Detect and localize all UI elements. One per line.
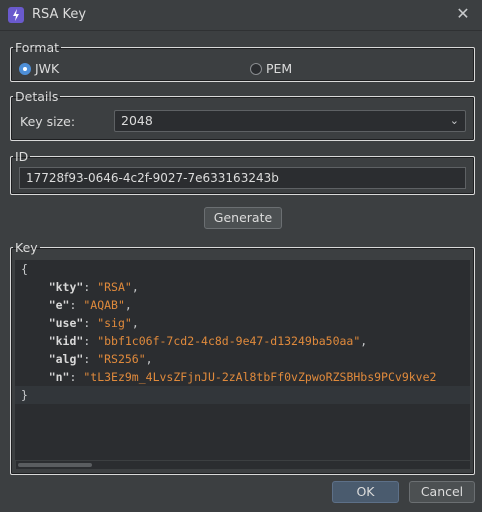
json-key: "e" (48, 298, 70, 312)
json-key: "kid" (48, 334, 84, 348)
title-bar: RSA Key ✕ (0, 0, 482, 31)
key-size-label: Key size: (20, 114, 76, 129)
scrollbar-thumb[interactable] (18, 463, 92, 467)
code-line-use: "use": "sig", (48, 316, 139, 330)
json-key: "n" (48, 370, 70, 384)
cancel-button[interactable]: Cancel (409, 481, 475, 503)
code-close-brace: } (15, 386, 470, 404)
key-size-value: 2048 (121, 113, 153, 128)
json-value: "RSA" (97, 280, 132, 294)
id-legend: ID (15, 149, 29, 164)
code-open-brace: { (21, 260, 28, 278)
id-field[interactable]: 17728f93-0646-4c2f-9027-7e633163243b (19, 167, 466, 189)
chevron-down-icon: ⌄ (449, 114, 459, 127)
code-line-alg: "alg": "RS256", (48, 352, 153, 366)
code-line-kid: "kid": "bbf1c06f-7cd2-4c8d-9e47-d13249ba… (48, 334, 368, 348)
key-size-select[interactable]: 2048 ⌄ (114, 110, 466, 132)
format-legend: Format (15, 40, 60, 55)
jwk-label: JWK (35, 61, 60, 76)
details-legend: Details (15, 89, 59, 104)
format-group: Format (10, 40, 475, 82)
code-line-n: "n": "tL3Ez9m_4LvsZFjnJU-2zAl8tbFf0vZpwo… (48, 370, 437, 384)
json-value: "sig" (97, 316, 132, 330)
key-legend: Key (15, 240, 38, 255)
json-key: "alg" (48, 352, 84, 366)
close-icon[interactable]: ✕ (454, 5, 472, 23)
code-line-kty: "kty": "RSA", (48, 280, 139, 294)
json-key: "kty" (48, 280, 84, 294)
horizontal-scrollbar[interactable] (16, 461, 470, 469)
json-value: "RS256" (97, 352, 146, 366)
ok-button[interactable]: OK (332, 481, 399, 503)
code-line-e: "e": "AQAB", (48, 298, 132, 312)
pem-radio[interactable] (250, 62, 262, 75)
format-option-jwk[interactable]: JWK (19, 61, 59, 76)
json-value: "bbf1c06f-7cd2-4c8d-9e47-d13249ba50aa" (97, 334, 361, 348)
id-value: 17728f93-0646-4c2f-9027-7e633163243b (26, 171, 279, 185)
json-value: "AQAB" (83, 298, 125, 312)
app-logo-icon (8, 7, 24, 23)
json-value: "tL3Ez9m_4LvsZFjnJU-2zAl8tbFf0vZpwoRZSBH… (83, 370, 437, 384)
jwk-radio[interactable] (19, 62, 31, 75)
json-key: "use" (48, 316, 84, 330)
open-brace: { (21, 262, 28, 276)
key-json-editor[interactable]: { "kty": "RSA", "e": "AQAB", "use": "sig… (15, 260, 470, 460)
format-option-pem[interactable]: PEM (250, 61, 292, 76)
close-brace: } (21, 388, 28, 402)
window-title: RSA Key (32, 7, 87, 22)
generate-button[interactable]: Generate (204, 207, 282, 229)
pem-label: PEM (266, 61, 293, 76)
